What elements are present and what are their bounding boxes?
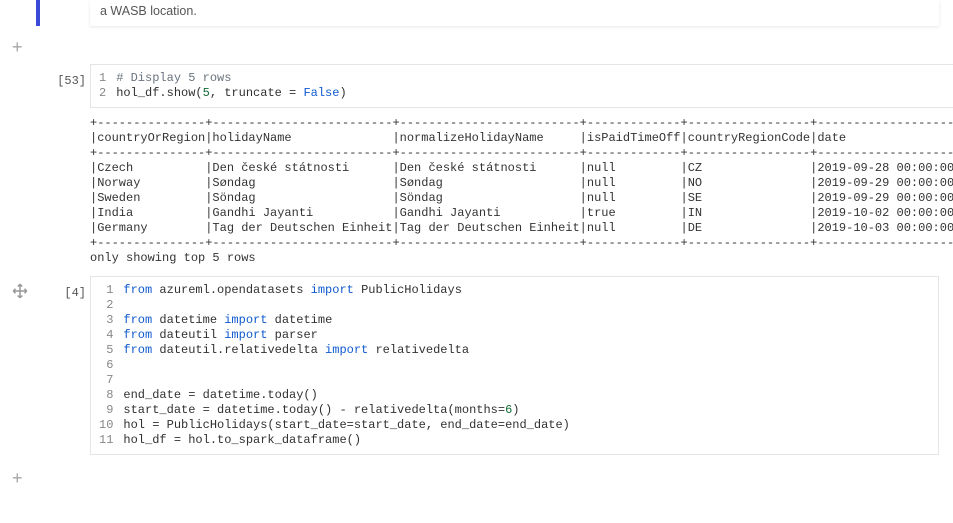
move-handle-icon[interactable]	[11, 282, 29, 300]
code-cell: [53] 12 # Display 5 rows hol_df.show(5, …	[0, 64, 953, 270]
execution-count: [4]	[40, 276, 90, 300]
cell-output: +---------------+-----------------------…	[90, 108, 953, 270]
code-editor[interactable]: 1234567891011 from azureml.opendatasets …	[90, 276, 939, 455]
add-cell-button[interactable]: +	[0, 36, 35, 58]
add-cell-button[interactable]: +	[0, 467, 35, 489]
execution-count: [53]	[40, 64, 90, 88]
markdown-text: a WASB location.	[100, 4, 197, 18]
markdown-cell-fragment[interactable]: a WASB location.	[90, 0, 939, 26]
code-editor[interactable]: 12 # Display 5 rows hol_df.show(5, trunc…	[90, 64, 953, 108]
code-cell: [4] 1234567891011 from azureml.opendatas…	[0, 276, 953, 455]
